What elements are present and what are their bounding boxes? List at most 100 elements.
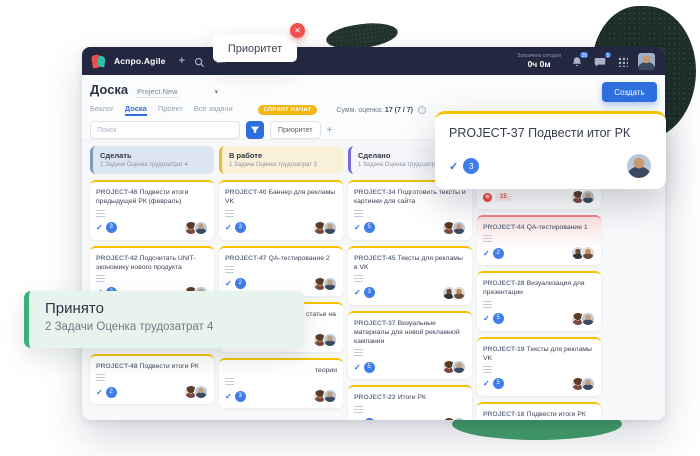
estimate-badge: 5 xyxy=(493,378,504,389)
summary-label: Сумм. оценка: xyxy=(336,107,383,114)
task-card[interactable]: PROJECT-28Визуализация для презентации ✓… xyxy=(477,271,601,330)
task-card[interactable]: PROJECT-16Подвести итоги РК xyxy=(477,402,601,420)
chat-count-badge: 5 xyxy=(604,51,612,59)
task-id: PROJECT-48 xyxy=(96,363,138,370)
task-id: PROJECT-40 xyxy=(225,189,267,196)
task-card[interactable]: PROJECT-34Подготовить тексты и картинки … xyxy=(348,180,472,239)
close-icon[interactable]: ✕ xyxy=(290,23,305,38)
chat-icon[interactable]: 5 xyxy=(594,55,607,68)
overdue-badge: 15 xyxy=(495,193,512,201)
avatar xyxy=(452,360,466,374)
brand-name: Аспро.Agile xyxy=(114,56,166,66)
check-icon: ✓ xyxy=(449,160,458,173)
add-icon[interactable]: + xyxy=(179,56,185,67)
search-input[interactable] xyxy=(90,121,240,139)
task-id: PROJECT-37 xyxy=(354,320,396,327)
estimate-badge: 3 xyxy=(463,158,479,174)
task-card[interactable]: PROJECT-40Баннер для рекламы VK ✓3 xyxy=(219,180,343,239)
check-icon: ✓ xyxy=(225,223,232,232)
tooltip-label: Приоритет xyxy=(228,43,282,55)
avatar xyxy=(581,190,595,204)
estimate-badge: 5 xyxy=(364,222,375,233)
task-id: PROJECT-19 xyxy=(483,346,525,353)
tab-backlog[interactable]: Беклог xyxy=(90,104,114,116)
description-icon xyxy=(354,349,363,356)
task-card[interactable]: PROJECT-23Итоги РК ✓5 xyxy=(348,385,472,420)
apps-grid-icon[interactable] xyxy=(617,56,628,67)
board-title-row: Доска Project.New ▾ xyxy=(90,82,657,98)
description-icon xyxy=(96,210,105,217)
task-card[interactable]: теории ✓3 xyxy=(219,358,343,408)
create-button[interactable]: Создать xyxy=(602,82,657,102)
check-icon: ✓ xyxy=(225,279,232,288)
check-icon: ✓ xyxy=(225,392,232,401)
logo-icon xyxy=(92,55,105,68)
description-icon xyxy=(354,406,363,413)
user-avatar[interactable] xyxy=(638,53,655,70)
accepted-column-callout: Принято 2 Задачи Оценка трудозатрат 4 xyxy=(24,291,304,348)
priority-filter-chip[interactable]: Приоритет xyxy=(270,121,321,139)
task-card[interactable]: PROJECT-45Тексты для рекламы в VK ✓3 xyxy=(348,246,472,305)
task-id: PROJECT-16 xyxy=(483,411,525,418)
estimate-badge: 2 xyxy=(106,387,117,398)
stage: Аспро.Agile + Сп Затрачено сегодня 0ч 0м… xyxy=(0,0,700,456)
column-header: Сделать 2 Задачи Оценка трудозатрат 4 xyxy=(90,146,214,174)
check-icon: ✓ xyxy=(96,388,103,397)
estimate-badge: 5 xyxy=(364,362,375,373)
check-icon: ✓ xyxy=(354,419,361,420)
task-card[interactable]: PROJECT-44QA-тестирование 1 ✓2 xyxy=(477,215,601,265)
check-icon: ✓ xyxy=(483,379,490,388)
task-title: QA-тестирование 2 xyxy=(269,255,330,262)
summary-text: Сумм. оценка: 17 (7 / 7) ? xyxy=(336,106,426,114)
task-card[interactable]: PROJECT-47QA-тестирование 2 ✓2 xyxy=(219,246,343,296)
task-card[interactable]: PROJECT-46Подвести итоги предыдущей РК (… xyxy=(90,180,214,239)
estimate-badge: 2 xyxy=(235,278,246,289)
task-title: Подвести итоги РК xyxy=(527,411,586,418)
avatar xyxy=(452,221,466,235)
estimate-badge: 3 xyxy=(235,222,246,233)
help-icon[interactable]: ? xyxy=(418,106,426,114)
task-title: Итоги РК xyxy=(398,394,426,401)
column-in-progress: В работе 1 Задача Оценка трудозатрат 3 P… xyxy=(219,146,343,420)
tab-board[interactable]: Доска xyxy=(125,104,147,116)
avatar xyxy=(323,389,337,403)
priority-tooltip: Приоритет ✕ xyxy=(213,35,297,62)
description-icon xyxy=(483,366,492,373)
estimate-badge: 3 xyxy=(364,287,375,298)
avatar xyxy=(626,153,652,179)
tab-all-tasks[interactable]: Все задачи xyxy=(194,104,233,116)
tab-project[interactable]: Проект xyxy=(158,104,183,116)
estimate-badge: 5 xyxy=(493,313,504,324)
time-spent-value: 0ч 0м xyxy=(517,59,561,69)
dragged-task-card[interactable]: PROJECT-37 Подвести итог РК ✓ 3 xyxy=(435,111,666,189)
check-icon: ✓ xyxy=(483,249,490,258)
check-icon: ✓ xyxy=(483,314,490,323)
filter-button[interactable] xyxy=(246,121,264,139)
avatar xyxy=(452,286,466,300)
avatar xyxy=(581,246,595,260)
description-icon xyxy=(225,378,234,385)
task-title: QA-тестирование 1 xyxy=(527,224,588,231)
add-filter-icon[interactable]: + xyxy=(327,125,333,136)
avatar xyxy=(194,385,208,399)
avatar xyxy=(452,417,466,420)
column-todo: Сделать 2 Задачи Оценка трудозатрат 4 PR… xyxy=(90,146,214,420)
chevron-down-icon[interactable]: ▾ xyxy=(215,88,219,96)
project-dropdown[interactable]: Project.New xyxy=(137,87,177,98)
search-icon[interactable] xyxy=(194,55,207,68)
bell-count-badge: 26 xyxy=(579,51,589,59)
avatar xyxy=(323,277,337,291)
bell-icon[interactable]: 26 xyxy=(571,55,584,68)
estimate-badge: 3 xyxy=(106,222,117,233)
check-icon: ✓ xyxy=(354,363,361,372)
task-id: PROJECT-44 xyxy=(483,224,525,231)
task-card[interactable]: PROJECT-37Визуальные материалы для новой… xyxy=(348,311,472,380)
task-id: PROJECT-47 xyxy=(225,255,267,262)
task-id: PROJECT-45 xyxy=(354,255,396,262)
task-id: PROJECT-28 xyxy=(483,280,525,287)
task-card[interactable]: PROJECT-48Подвести итоги РК ✓2 xyxy=(90,354,214,404)
avatar xyxy=(323,221,337,235)
estimate-badge: 5 xyxy=(364,418,375,420)
top-navbar: Аспро.Agile + Сп Затрачено сегодня 0ч 0м… xyxy=(82,47,665,75)
task-card[interactable]: PROJECT-19Тексты для рекламы VK ✓5 xyxy=(477,337,601,396)
